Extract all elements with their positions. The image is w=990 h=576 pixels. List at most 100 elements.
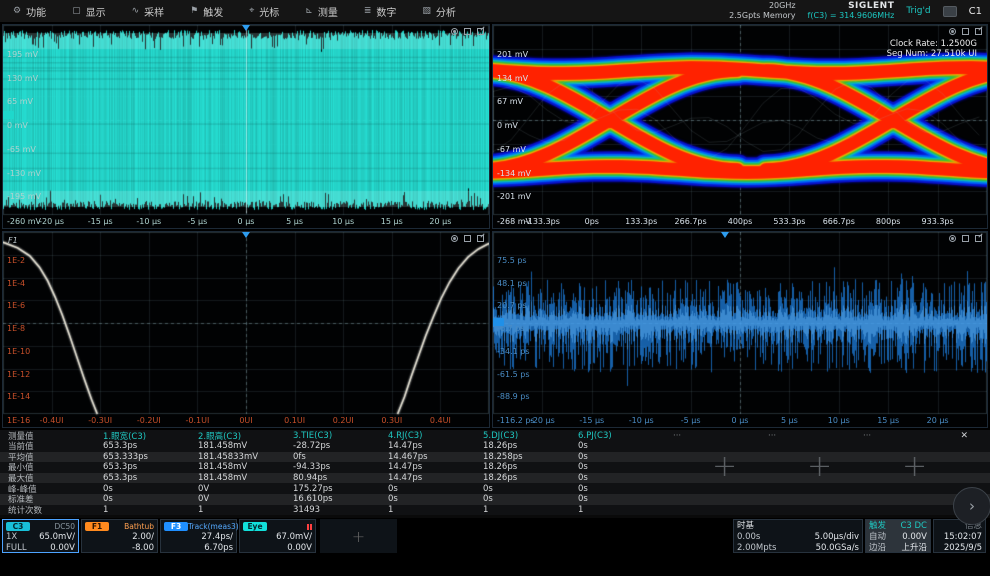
table-row: 平均值653.333ps181.45833mV0fs14.467ps18.258…: [0, 452, 990, 463]
record-icon[interactable]: [949, 28, 956, 35]
measurement-value: 31493: [285, 505, 380, 515]
measurement-value: 1: [95, 505, 190, 515]
active-channel-label[interactable]: C1: [969, 6, 982, 17]
panel-tie-track[interactable]: -116.2 ps-20 μs-15 μs-10 μs-5 μs0 μs5 μs…: [492, 231, 988, 428]
trace-label: F1: [8, 236, 18, 245]
pause-icon[interactable]: [307, 524, 312, 530]
measurement-value: 0s: [570, 494, 665, 504]
memory-label: 2.5Gpts Memory: [729, 11, 795, 21]
channel-descriptor-c3[interactable]: C3DC501X65.0mV/FULL0.00V: [2, 519, 79, 553]
expand-icon[interactable]: [464, 235, 471, 242]
menu-item-display[interactable]: ▢显示: [59, 0, 119, 22]
trigger-descriptor[interactable]: 触发C3 DC自动0.00V边沿上升沿: [865, 519, 931, 553]
empty-measurement-slot[interactable]: ···: [855, 431, 950, 441]
function-icon: ⚙: [13, 6, 21, 16]
status-bar: C3DC501X65.0mV/FULL0.00VF1Bathtub2.00/-8…: [0, 519, 990, 554]
channel-tag: Eye: [243, 522, 267, 531]
trigger-value: 0.00V: [902, 532, 927, 543]
menu-item-label: 触发: [203, 4, 223, 19]
measurement-value: 181.458mV: [190, 441, 285, 451]
timebase-descriptor[interactable]: 时基0.00s5.00μs/div2.00Mpts50.0GSa/s: [733, 519, 863, 553]
empty-measurement-slot[interactable]: ···: [665, 431, 760, 441]
empty-measurement-slot[interactable]: ···: [760, 431, 855, 441]
add-channel-button[interactable]: +: [352, 527, 365, 546]
popout-icon[interactable]: [477, 28, 484, 35]
menu-item-trigger[interactable]: ⚑触发: [177, 0, 236, 22]
record-icon[interactable]: [451, 235, 458, 242]
expand-icon[interactable]: [962, 235, 969, 242]
popout-icon[interactable]: [477, 235, 484, 242]
trigger-frequency: f(C3) = 314.9606MHz: [808, 11, 895, 21]
channel-tag: F3: [164, 522, 188, 531]
measurement-value: 0s: [570, 484, 665, 494]
popout-icon[interactable]: [975, 235, 982, 242]
measurement-column-header[interactable]: 2.眼高(C3): [190, 430, 285, 442]
trigger-position-marker[interactable]: [242, 25, 250, 31]
navigation-knob[interactable]: ›: [953, 487, 990, 525]
measurement-value: 0s: [570, 462, 665, 472]
clock-date: 2025/9/5: [944, 543, 982, 554]
measurement-column-header[interactable]: 6.PJ(C3): [570, 431, 665, 441]
popout-icon[interactable]: [975, 28, 982, 35]
panel-window-controls: [949, 28, 982, 35]
measurement-value: 1: [570, 505, 665, 515]
timebase-value: 5.00μs/div: [815, 532, 859, 543]
menu-item-analysis[interactable]: ▧分析: [409, 0, 469, 22]
menu-item-measure[interactable]: ⊾测量: [292, 0, 351, 22]
eye-annotation: Clock Rate: 1.2500G: [890, 39, 977, 49]
channel-descriptor-eye[interactable]: Eye 67.0mV/0.00V: [239, 519, 316, 553]
channel-descriptor-f1[interactable]: F1Bathtub2.00/-8.00: [81, 519, 158, 553]
table-row: 峰-峰值0s0V175.27ps0s0s0s: [0, 483, 990, 494]
table-close-icon[interactable]: ✕: [960, 431, 990, 441]
expand-icon[interactable]: [464, 28, 471, 35]
table-row: 统计次数1131493111: [0, 505, 990, 516]
digital-icon: ≣: [364, 6, 372, 16]
descriptor-value: 27.4ps/: [201, 532, 233, 543]
measurement-value: 0s: [475, 484, 570, 494]
menu-item-digital[interactable]: ≣数字: [351, 0, 410, 22]
measurement-value: 14.47ps: [380, 441, 475, 451]
clock-info: 信息15:02:072025/9/5: [933, 519, 986, 553]
add-measurement-button[interactable]: +: [712, 452, 737, 482]
measurement-column-header[interactable]: 5.DJ(C3): [475, 431, 570, 441]
add-channel-slot[interactable]: +: [320, 519, 397, 553]
channel-descriptor-f3[interactable]: F3Track(meas3)27.4ps/6.70ps: [160, 519, 237, 553]
channel-offset-marker[interactable]: [3, 111, 14, 119]
add-measurement-button[interactable]: +: [807, 452, 832, 482]
measurement-value: 0s: [475, 494, 570, 504]
panel-window-controls: [451, 235, 484, 242]
measurement-column-header[interactable]: 3.TIE(C3): [285, 431, 380, 441]
measurement-value: 0s: [95, 494, 190, 504]
measurement-value: 80.94ps: [285, 473, 380, 483]
measurement-value: 1: [190, 505, 285, 515]
trigger-position-marker[interactable]: [242, 232, 250, 238]
panel-eye-diagram[interactable]: -268 mV-133.3ps0ps133.3ps266.7ps400ps533…: [492, 24, 988, 229]
descriptor-value: -8.00: [132, 543, 154, 554]
measurement-column-header[interactable]: 1.眼宽(C3): [95, 430, 190, 442]
display-icon: ▢: [72, 6, 81, 16]
descriptor-value: 0.00V: [287, 543, 312, 554]
trigger-position-marker[interactable]: [721, 232, 729, 238]
panel-c3-signal[interactable]: -260 mV-20 μs-15 μs-10 μs-5 μs0 μs5 μs10…: [2, 24, 490, 229]
descriptor-value: 67.0mV/: [276, 532, 312, 543]
menu-item-cursor[interactable]: ⌖光标: [236, 0, 292, 22]
menu-item-label: 测量: [318, 4, 338, 19]
record-icon[interactable]: [949, 235, 956, 242]
waveform-canvas-bathtub: [3, 232, 489, 427]
display-status-icon[interactable]: [943, 6, 957, 17]
panel-bathtub[interactable]: 1E-16-0.4UI-0.3UI-0.2UI-0.1UI0UI0.1UI0.2…: [2, 231, 490, 428]
menu-item-label: 分析: [436, 4, 456, 19]
measurement-value: 0s: [95, 484, 190, 494]
record-icon[interactable]: [451, 28, 458, 35]
expand-icon[interactable]: [962, 28, 969, 35]
menu-item-acquire[interactable]: ∿采样: [119, 0, 178, 22]
eye-annotation: Seg Num: 27.510k UI: [887, 49, 977, 59]
measurement-column-header[interactable]: 4.RJ(C3): [380, 431, 475, 441]
measurement-value: 14.47ps: [380, 473, 475, 483]
channel-offset-marker[interactable]: [493, 318, 504, 326]
waveform-canvas-tie-track: [493, 232, 987, 427]
measurement-table: 测量值1.眼宽(C3)2.眼高(C3)3.TIE(C3)4.RJ(C3)5.DJ…: [0, 430, 990, 518]
add-measurement-button[interactable]: +: [902, 452, 927, 482]
measurement-value: 653.3ps: [95, 441, 190, 451]
menu-item-function[interactable]: ⚙功能: [0, 0, 59, 22]
